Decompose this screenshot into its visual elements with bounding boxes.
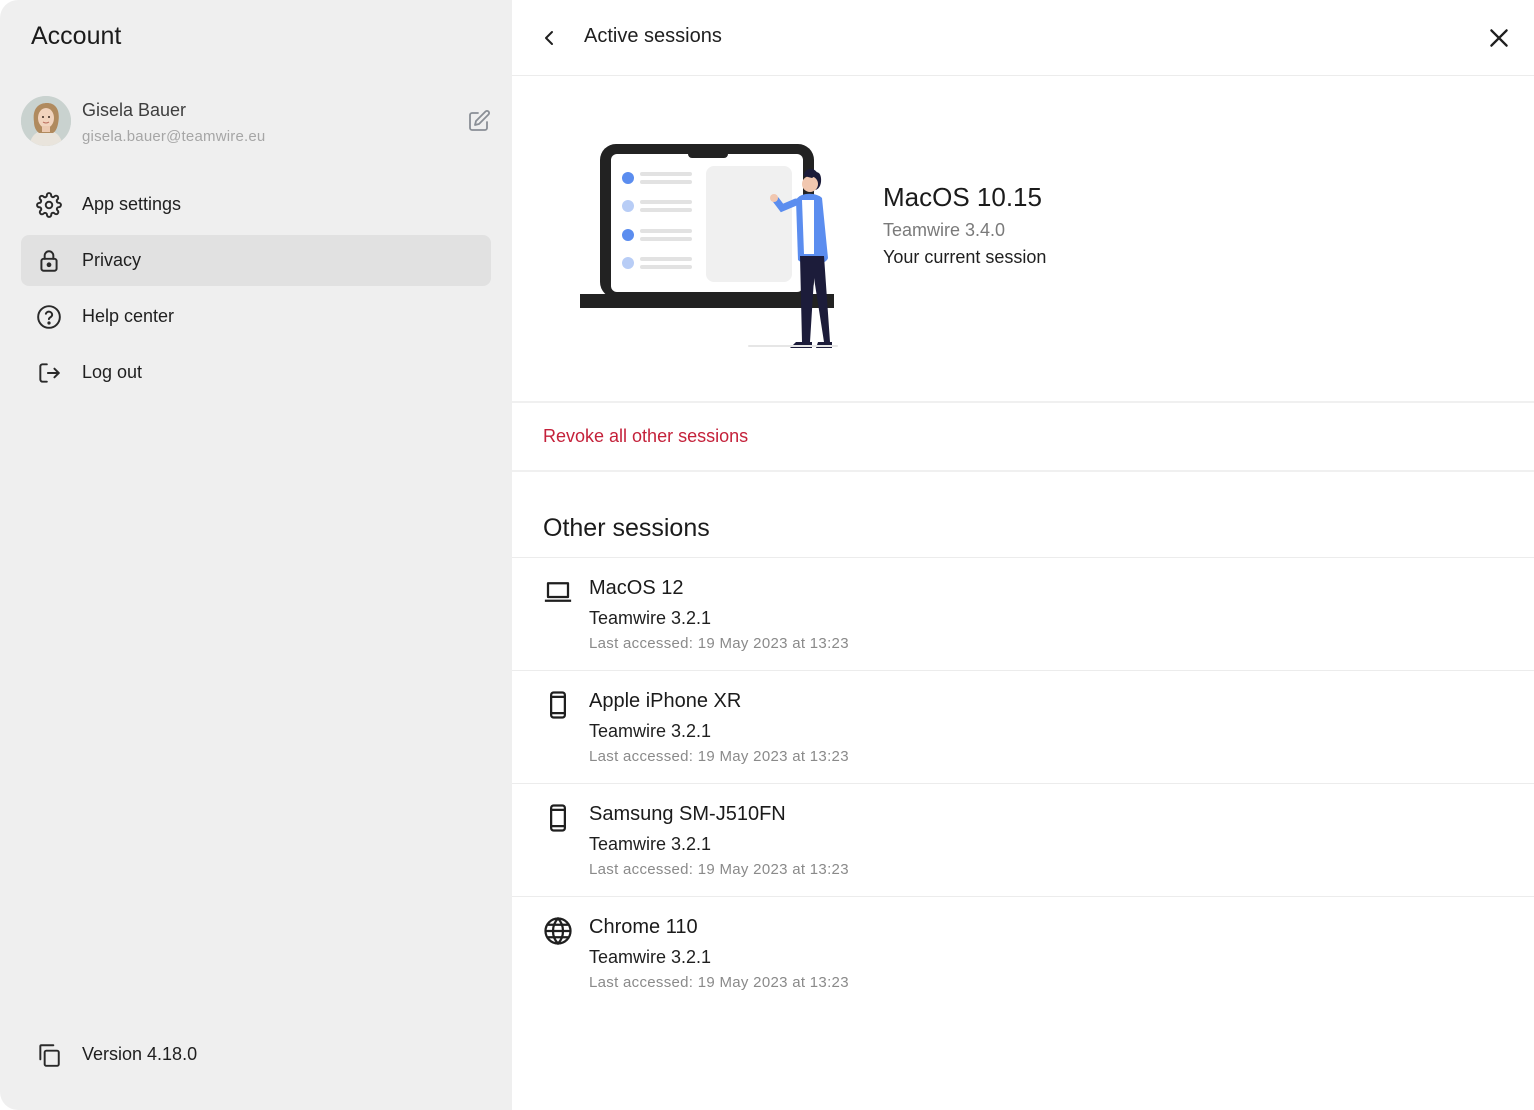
sidebar-title: Account xyxy=(31,22,122,50)
edit-profile-button[interactable] xyxy=(467,109,491,133)
profile-card: Gisela Bauer gisela.bauer@teamwire.eu xyxy=(21,96,491,150)
sessions-panel: Active sessions MacOS 10.15 Teamwire 3.4… xyxy=(512,0,1534,1110)
sidebar-item-label: App settings xyxy=(82,194,182,214)
chevron-left-icon xyxy=(545,31,553,45)
session-device: Chrome 110 xyxy=(589,916,698,938)
session-item[interactable]: Apple iPhone XR Teamwire 3.2.1 Last acce… xyxy=(512,671,1534,784)
phone-icon xyxy=(550,691,566,719)
session-last-accessed: Last accessed: 19 May 2023 at 13:23 xyxy=(589,748,849,765)
laptop-illustration xyxy=(580,144,838,348)
laptop-icon xyxy=(544,582,572,602)
close-icon xyxy=(1490,29,1508,47)
other-sessions-title: Other sessions xyxy=(543,514,710,542)
sidebar-item-app-settings[interactable]: App settings xyxy=(21,179,491,230)
session-device: Samsung SM-J510FN xyxy=(589,803,786,825)
back-button[interactable] xyxy=(538,26,562,50)
profile-name: Gisela Bauer xyxy=(82,100,187,120)
app-window: Account Gisela Bauer gisela.bauer@teamwi… xyxy=(0,0,1534,1110)
logout-icon xyxy=(39,363,60,383)
session-app: Teamwire 3.2.1 xyxy=(589,608,712,628)
lock-icon xyxy=(40,250,58,272)
session-app: Teamwire 3.2.1 xyxy=(589,721,712,741)
sidebar-item-log-out[interactable]: Log out xyxy=(21,347,491,398)
session-device: MacOS 12 xyxy=(589,577,684,599)
page-title: Active sessions xyxy=(584,25,722,47)
sidebar-item-label: Help center xyxy=(82,306,175,326)
version-info[interactable]: Version 4.18.0 xyxy=(36,1040,336,1070)
profile-email: gisela.bauer@teamwire.eu xyxy=(82,128,266,145)
gear-icon xyxy=(36,192,62,218)
avatar xyxy=(21,96,71,146)
session-last-accessed: Last accessed: 19 May 2023 at 13:23 xyxy=(589,635,849,652)
edit-icon xyxy=(469,110,490,131)
session-app: Teamwire 3.2.1 xyxy=(589,834,712,854)
session-last-accessed: Last accessed: 19 May 2023 at 13:23 xyxy=(589,861,849,878)
revoke-all-sessions-button[interactable]: Revoke all other sessions xyxy=(543,426,748,447)
session-app: Teamwire 3.2.1 xyxy=(589,947,712,967)
sidebar-item-label: Log out xyxy=(82,362,143,382)
other-sessions-list: MacOS 12 Teamwire 3.2.1 Last accessed: 1… xyxy=(512,557,1534,1009)
version-label: Version 4.18.0 xyxy=(82,1044,198,1064)
globe-icon xyxy=(544,916,572,946)
phone-icon xyxy=(550,804,566,832)
sidebar-item-privacy[interactable]: Privacy xyxy=(21,235,491,286)
question-circle-icon xyxy=(37,305,61,329)
sidebar-item-label: Privacy xyxy=(82,250,142,270)
session-item[interactable]: Chrome 110 Teamwire 3.2.1 Last accessed:… xyxy=(512,897,1534,1009)
session-device: Apple iPhone XR xyxy=(589,690,742,712)
close-button[interactable] xyxy=(1486,25,1512,51)
revoke-row: Revoke all other sessions xyxy=(512,403,1534,472)
sidebar-item-help-center[interactable]: Help center xyxy=(21,291,491,342)
copy-icon xyxy=(39,1044,60,1067)
sidebar: Account Gisela Bauer gisela.bauer@teamwi… xyxy=(0,0,512,1110)
session-item[interactable]: MacOS 12 Teamwire 3.2.1 Last accessed: 1… xyxy=(512,558,1534,671)
session-last-accessed: Last accessed: 19 May 2023 at 13:23 xyxy=(589,974,849,991)
sidebar-menu: App settings Privacy Help center Log out xyxy=(21,179,491,403)
current-session-note: Your current session xyxy=(883,247,1047,267)
current-session-card: MacOS 10.15 Teamwire 3.4.0 Your current … xyxy=(512,76,1534,403)
session-item[interactable]: Samsung SM-J510FN Teamwire 3.2.1 Last ac… xyxy=(512,784,1534,897)
current-session-device: MacOS 10.15 xyxy=(883,182,1042,212)
panel-header: Active sessions xyxy=(512,0,1534,76)
current-session-app: Teamwire 3.4.0 xyxy=(883,220,1006,240)
